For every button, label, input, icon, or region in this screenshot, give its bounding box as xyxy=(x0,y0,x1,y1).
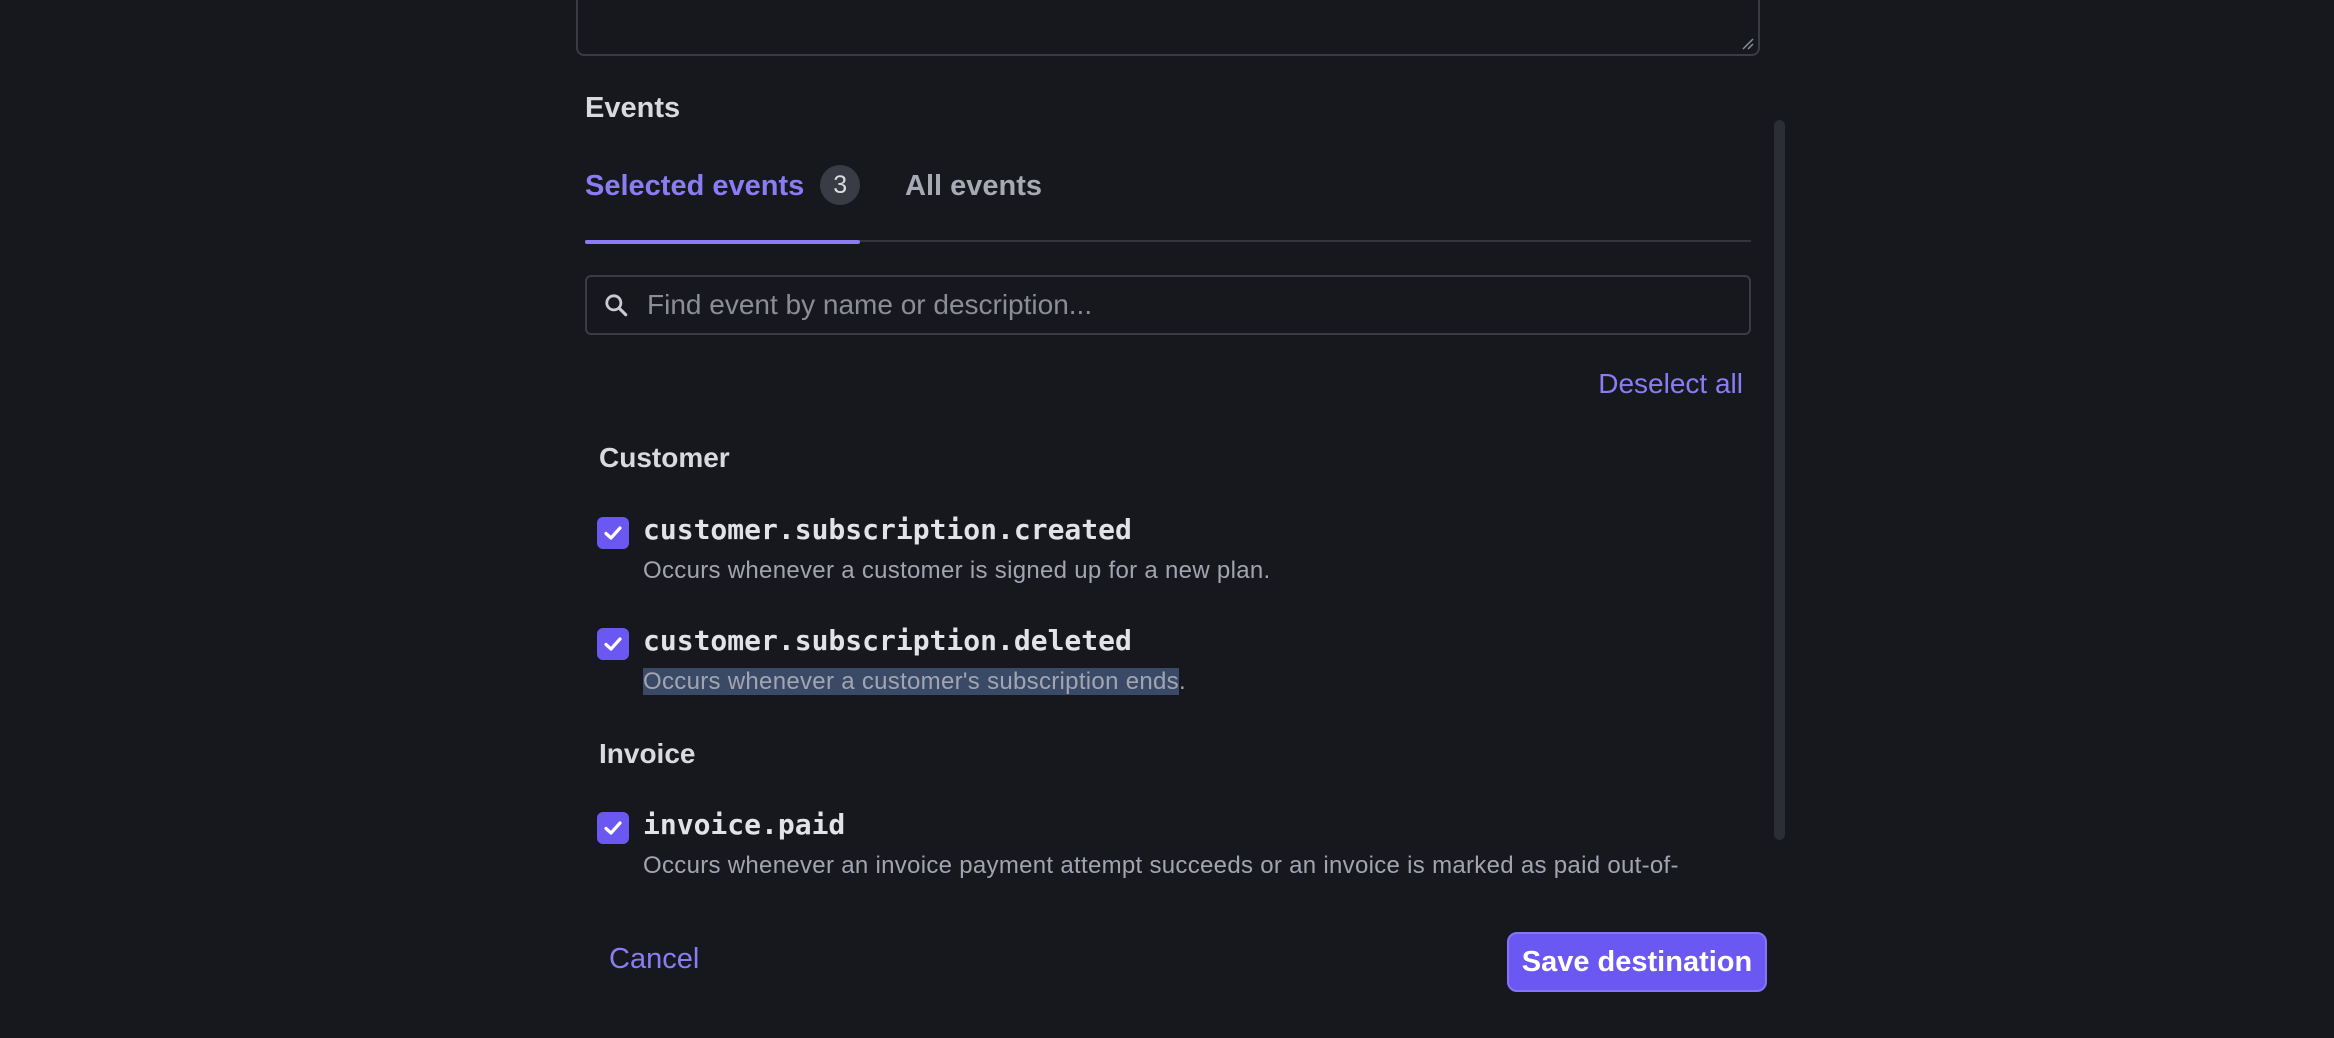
event-description: Occurs whenever a customer's subscriptio… xyxy=(643,668,1186,696)
event-checkbox[interactable] xyxy=(597,812,629,844)
group-title-customer: Customer xyxy=(599,442,730,473)
event-checkbox[interactable] xyxy=(597,517,629,549)
event-name: customer.subscription.deleted xyxy=(643,624,1132,657)
events-tabs: Selected events 3 All events xyxy=(585,160,1751,244)
events-section-label: Events xyxy=(585,92,681,124)
event-checkbox[interactable] xyxy=(597,628,629,660)
checkmark-icon xyxy=(604,526,622,540)
events-scrollbar[interactable] xyxy=(1774,120,1785,840)
tab-all-events-label: All events xyxy=(905,170,1042,202)
deselect-all-link[interactable]: Deselect all xyxy=(1598,368,1743,400)
event-name: invoice.paid xyxy=(643,808,846,841)
search-icon xyxy=(605,294,628,317)
event-search xyxy=(585,275,1751,335)
event-search-input[interactable] xyxy=(645,288,1749,322)
selected-text: Occurs whenever a customer's subscriptio… xyxy=(643,668,1179,695)
event-description: Occurs whenever a customer is signed up … xyxy=(643,557,1271,584)
tab-all-events[interactable]: All events xyxy=(905,170,1042,232)
save-destination-button[interactable]: Save destination xyxy=(1507,932,1767,992)
selected-count-badge: 3 xyxy=(820,165,861,205)
checkmark-icon xyxy=(604,821,622,835)
webhook-destination-form: Events Selected events 3 All events Dese… xyxy=(0,0,2334,1038)
event-name: customer.subscription.created xyxy=(643,513,1132,546)
cancel-button[interactable]: Cancel xyxy=(609,943,699,976)
resize-grip-icon[interactable] xyxy=(1742,38,1754,50)
event-description: Occurs whenever an invoice payment attem… xyxy=(643,852,1679,879)
group-title-invoice: Invoice xyxy=(599,738,696,769)
tab-selected-events-label: Selected events xyxy=(585,170,805,202)
description-rest: . xyxy=(1178,668,1186,695)
checkmark-icon xyxy=(604,637,622,651)
tab-selected-events[interactable]: Selected events 3 xyxy=(585,165,861,244)
description-textarea[interactable] xyxy=(576,0,1760,56)
